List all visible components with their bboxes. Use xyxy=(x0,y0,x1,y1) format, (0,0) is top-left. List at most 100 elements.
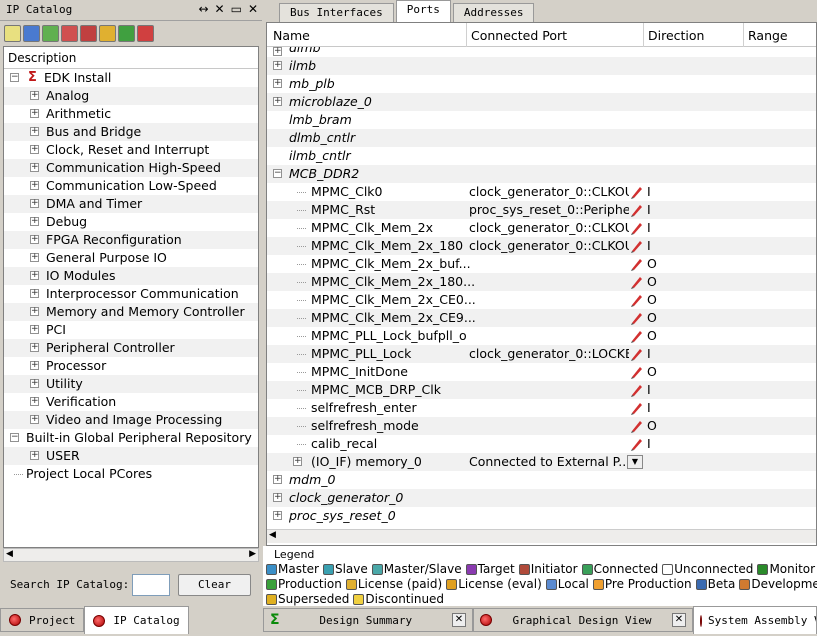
tree-item[interactable]: + Interprocessor Communication xyxy=(4,285,258,303)
tab-addresses[interactable]: Addresses xyxy=(452,3,535,22)
edit-pencil-icon[interactable] xyxy=(629,275,643,289)
port-row[interactable]: MPMC_Rst proc_sys_reset_0::Peripheral_ I xyxy=(267,201,816,219)
chip-icon[interactable] xyxy=(118,25,135,42)
close-small-icon[interactable]: ✕ xyxy=(215,2,225,16)
port-row[interactable]: MPMC_Clk_Mem_2x_CE0... O xyxy=(267,291,816,309)
edit-pencil-icon[interactable] xyxy=(629,257,643,271)
connected-port[interactable]: clock_generator_0::CLKOUT1 xyxy=(469,237,629,255)
tree-item[interactable]: + Video and Image Processing xyxy=(4,411,258,429)
connected-port[interactable]: clock_generator_0::CLKOUT2 xyxy=(469,183,629,201)
add-icon[interactable] xyxy=(23,25,40,42)
tree-item[interactable]: + Debug xyxy=(4,213,258,231)
expand-icon[interactable]: + xyxy=(30,361,39,370)
collapse-icon[interactable]: − xyxy=(10,73,19,82)
expand-icon[interactable]: + xyxy=(30,307,39,316)
filter-icon[interactable] xyxy=(61,25,78,42)
edit-pencil-icon[interactable] xyxy=(629,383,643,397)
port-row[interactable]: + proc_sys_reset_0 xyxy=(267,507,816,525)
horizontal-scrollbar[interactable]: ◀ ▶ xyxy=(3,548,259,562)
edit-pencil-icon[interactable] xyxy=(629,329,643,343)
edit-pencil-icon[interactable] xyxy=(629,221,643,235)
expand-icon[interactable]: + xyxy=(30,109,39,118)
port-row[interactable]: MPMC_PLL_Lock clock_generator_0::LOCKED I xyxy=(267,345,816,363)
port-row[interactable]: + clock_generator_0 xyxy=(267,489,816,507)
tree-item[interactable]: + Clock, Reset and Interrupt xyxy=(4,141,258,159)
tab-project[interactable]: Project xyxy=(0,608,85,632)
tree-item[interactable]: + Communication High-Speed xyxy=(4,159,258,177)
tree-item[interactable]: − Built-in Global Peripheral Repository xyxy=(4,429,258,447)
tree-item[interactable]: + General Purpose IO xyxy=(4,249,258,267)
refresh-icon[interactable] xyxy=(80,25,97,42)
port-row[interactable]: lmb_bram xyxy=(267,111,816,129)
port-row[interactable]: + ilmb xyxy=(267,57,816,75)
port-row[interactable]: + (IO_IF) memory_0 Connected to External P… xyxy=(267,453,816,471)
expand-icon[interactable]: + xyxy=(30,145,39,154)
port-row[interactable]: MPMC_Clk_Mem_2x clock_generator_0::CLKOUT… xyxy=(267,219,816,237)
column-connected-port[interactable]: Connected Port xyxy=(471,28,567,43)
tab-graphical-design-view[interactable]: Graphical Design View ✕ xyxy=(473,608,693,632)
port-row[interactable]: MPMC_MCB_DRP_Clk I xyxy=(267,381,816,399)
expand-icon[interactable]: + xyxy=(273,79,282,88)
expand-icon[interactable]: + xyxy=(30,415,39,424)
edit-pencil-icon[interactable] xyxy=(629,203,643,217)
expand-icon[interactable]: + xyxy=(30,163,39,172)
connected-port[interactable]: clock_generator_0::CLKOUT0 xyxy=(469,219,629,237)
clear-button[interactable]: Clear xyxy=(178,574,251,596)
close-icon[interactable]: ✕ xyxy=(248,2,258,16)
port-row[interactable]: MPMC_Clk0 clock_generator_0::CLKOUT2 I xyxy=(267,183,816,201)
collapse-icon[interactable] xyxy=(42,25,59,42)
tree-item[interactable]: + Utility xyxy=(4,375,258,393)
expand-icon[interactable]: + xyxy=(30,217,39,226)
tree-item[interactable]: + Bus and Bridge xyxy=(4,123,258,141)
grid-scrollbar[interactable]: ◀ xyxy=(267,529,816,543)
tree-item[interactable]: + PCI xyxy=(4,321,258,339)
port-row[interactable]: MPMC_Clk_Mem_2x_180... O xyxy=(267,273,816,291)
lock-icon[interactable] xyxy=(99,25,116,42)
dropdown-arrow-icon[interactable]: ▼ xyxy=(627,455,643,469)
tree-item[interactable]: + Processor xyxy=(4,357,258,375)
tree-item[interactable]: + Verification xyxy=(4,393,258,411)
edit-pencil-icon[interactable] xyxy=(629,365,643,379)
expand-icon[interactable]: + xyxy=(30,91,39,100)
expand-icon[interactable]: + xyxy=(273,61,282,70)
tree-item[interactable]: + Peripheral Controller xyxy=(4,339,258,357)
port-row[interactable]: selfrefresh_enter I xyxy=(267,399,816,417)
tree-item[interactable]: + DMA and Timer xyxy=(4,195,258,213)
expand-icon[interactable]: + xyxy=(30,253,39,262)
port-row[interactable]: + mdm_0 xyxy=(267,471,816,489)
expand-icon[interactable]: + xyxy=(273,47,282,56)
close-tab-icon[interactable]: ✕ xyxy=(452,613,466,627)
expand-icon[interactable]: + xyxy=(30,271,39,280)
new-folder-icon[interactable] xyxy=(4,25,21,42)
expand-icon[interactable]: + xyxy=(30,343,39,352)
port-row[interactable]: + mb_plb xyxy=(267,75,816,93)
tree-item[interactable]: + Analog xyxy=(4,87,258,105)
port-row[interactable]: + microblaze_0 xyxy=(267,93,816,111)
expand-icon[interactable]: + xyxy=(30,379,39,388)
connected-port[interactable]: Connected to External P... xyxy=(469,453,629,471)
expand-icon[interactable]: + xyxy=(273,511,282,520)
expand-icon[interactable]: + xyxy=(273,475,282,484)
tree-item[interactable]: + IO Modules xyxy=(4,267,258,285)
expand-icon[interactable]: + xyxy=(30,397,39,406)
edit-pencil-icon[interactable] xyxy=(629,239,643,253)
port-row[interactable]: calib_recal I xyxy=(267,435,816,453)
tree-item[interactable]: + FPGA Reconfiguration xyxy=(4,231,258,249)
port-row[interactable]: MPMC_PLL_Lock_bufpll_o O xyxy=(267,327,816,345)
tree-item[interactable]: + Communication Low-Speed xyxy=(4,177,258,195)
port-row[interactable]: dlmb_cntlr xyxy=(267,129,816,147)
edit-pencil-icon[interactable] xyxy=(629,185,643,199)
expand-icon[interactable]: + xyxy=(30,325,39,334)
port-row[interactable]: selfrefresh_mode O xyxy=(267,417,816,435)
expand-icon[interactable]: + xyxy=(273,97,282,106)
expand-icon[interactable]: + xyxy=(273,493,282,502)
expand-icon[interactable]: + xyxy=(293,457,302,466)
port-row[interactable]: ilmb_cntlr xyxy=(267,147,816,165)
edit-pencil-icon[interactable] xyxy=(629,347,643,361)
search-input[interactable] xyxy=(132,574,170,596)
column-range[interactable]: Range xyxy=(748,28,788,43)
close-tab-icon[interactable]: ✕ xyxy=(672,613,686,627)
tree-item[interactable]: + Memory and Memory Controller xyxy=(4,303,258,321)
expand-icon[interactable]: + xyxy=(30,235,39,244)
port-row[interactable]: MPMC_InitDone O xyxy=(267,363,816,381)
